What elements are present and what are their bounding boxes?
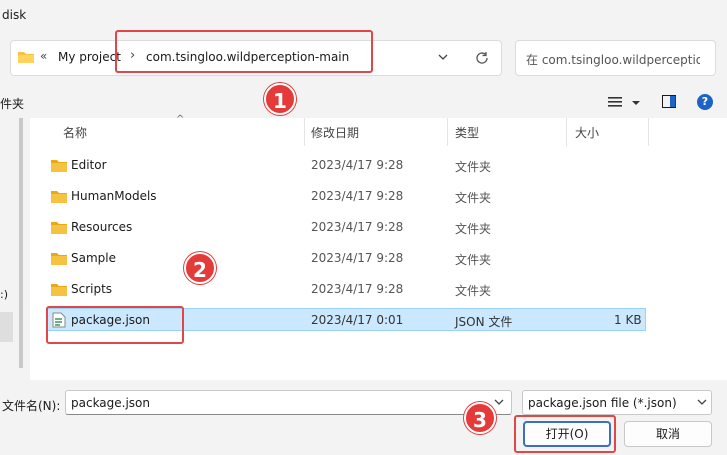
file-date: 2023/4/17 0:01 bbox=[311, 313, 404, 327]
file-type: 文件夹 bbox=[455, 191, 492, 205]
column-divider[interactable] bbox=[304, 118, 305, 146]
file-type: 文件夹 bbox=[455, 160, 492, 174]
chevron-down-icon[interactable] bbox=[493, 397, 505, 407]
file-type: 文件夹 bbox=[455, 222, 492, 236]
breadcrumb-my-project[interactable]: My project bbox=[58, 50, 121, 64]
file-name[interactable]: HumanModels bbox=[71, 189, 157, 203]
file-date: 2023/4/17 9:28 bbox=[311, 189, 404, 203]
file-type: 文件夹 bbox=[455, 253, 492, 267]
filename-value[interactable]: package.json bbox=[71, 396, 150, 410]
column-header-name[interactable]: 名称 bbox=[63, 124, 87, 141]
nav-pane-item[interactable]: :) bbox=[0, 288, 8, 301]
file-type: JSON 文件 bbox=[455, 315, 513, 329]
window-title: disk bbox=[2, 8, 27, 22]
file-size: 1 KB bbox=[614, 313, 642, 327]
file-type-filter-value[interactable]: package.json file (*.json) bbox=[528, 396, 677, 410]
column-divider[interactable] bbox=[648, 118, 649, 146]
file-type: 文件夹 bbox=[455, 284, 492, 298]
column-header-date[interactable]: 修改日期 bbox=[311, 124, 359, 141]
annotation-box-1 bbox=[115, 30, 373, 73]
folder-icon bbox=[51, 222, 67, 234]
annotation-box-3 bbox=[514, 415, 616, 453]
column-divider[interactable] bbox=[447, 118, 448, 146]
folder-icon bbox=[51, 253, 67, 265]
file-name[interactable]: Scripts bbox=[71, 282, 112, 296]
file-name[interactable]: Editor bbox=[71, 158, 107, 172]
nav-pane-scrollbar[interactable] bbox=[19, 118, 23, 368]
file-name[interactable]: Resources bbox=[71, 220, 132, 234]
file-date: 2023/4/17 9:28 bbox=[311, 282, 404, 296]
preview-pane-icon[interactable] bbox=[662, 95, 676, 108]
search-placeholder[interactable]: 在 com.tsingloo.wildperception-main 中搜索 bbox=[526, 51, 700, 68]
chevron-overflow-icon[interactable]: « bbox=[40, 49, 47, 63]
filename-label: 文件名(N): bbox=[2, 399, 61, 413]
cancel-button[interactable]: 取消 bbox=[624, 421, 712, 447]
annotation-badge-1: 1 bbox=[264, 83, 296, 115]
folder-icon bbox=[51, 284, 67, 296]
folder-icon bbox=[51, 160, 67, 172]
file-date: 2023/4/17 9:28 bbox=[311, 251, 404, 265]
file-date: 2023/4/17 9:28 bbox=[311, 220, 404, 234]
file-name[interactable]: Sample bbox=[71, 251, 116, 265]
column-divider[interactable] bbox=[566, 118, 567, 146]
nav-pane-selected-item[interactable] bbox=[0, 312, 13, 342]
column-header-type[interactable]: 类型 bbox=[455, 124, 479, 141]
sort-ascending-icon: ^ bbox=[176, 114, 185, 125]
folder-icon bbox=[51, 191, 67, 203]
new-folder-button[interactable]: 件夹 bbox=[0, 95, 24, 112]
annotation-badge-2: 2 bbox=[184, 252, 216, 284]
view-list-icon[interactable] bbox=[607, 96, 623, 108]
help-icon[interactable]: ? bbox=[697, 94, 713, 110]
folder-icon bbox=[18, 52, 34, 63]
column-header-size[interactable]: 大小 bbox=[575, 124, 599, 141]
annotation-badge-3: 3 bbox=[464, 402, 496, 434]
file-date: 2023/4/17 9:28 bbox=[311, 158, 404, 172]
chevron-down-icon[interactable] bbox=[436, 50, 450, 64]
title-bar bbox=[0, 0, 727, 32]
annotation-box-2 bbox=[46, 306, 184, 344]
chevron-down-icon[interactable] bbox=[696, 397, 708, 407]
refresh-icon[interactable] bbox=[474, 50, 490, 66]
view-dropdown-icon[interactable] bbox=[631, 99, 641, 107]
